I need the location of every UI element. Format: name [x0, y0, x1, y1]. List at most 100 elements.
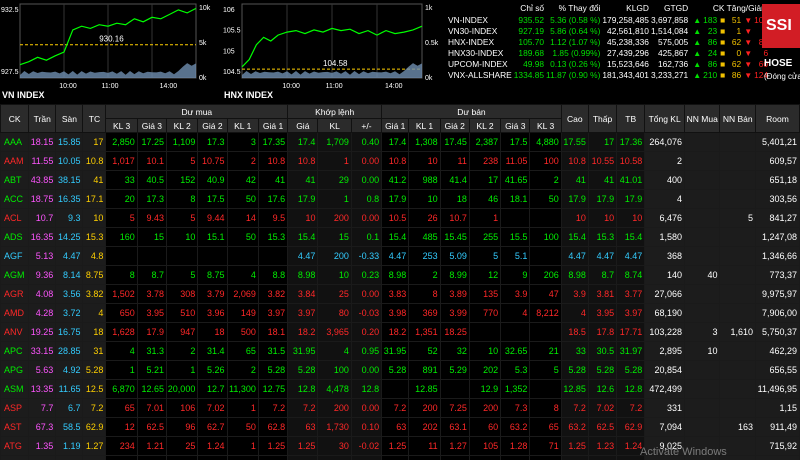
match-cell: 30 [317, 436, 352, 456]
table-row[interactable]: AAA 18.15 15.85 17 2,850 17.25 1,109 17.3 3 17.35… [0, 132, 800, 152]
symbol-cell[interactable]: AAM [0, 151, 30, 171]
table-row[interactable]: AGF 5.13 4.47 4.8 4.47 200 -0.33 4.47 253 5.09 5 5.… [0, 246, 800, 266]
col-header-avg[interactable]: TB [616, 104, 646, 133]
col-header-4[interactable]: KL 3 [105, 118, 138, 133]
ref-cell: 41 [82, 170, 107, 190]
table-row[interactable]: ACC 18.75 16.35 17.1 20 17.3 8 17.5 50 17.6 17.9 1 0… [0, 189, 800, 209]
col-header-ref[interactable]: TC [82, 104, 107, 133]
table-row[interactable]: AGR 4.08 3.56 3.82 1,502 3.78 308 3.79 2,069 3.82… [0, 284, 800, 304]
symbol-cell[interactable]: AGF [0, 246, 30, 266]
vnindex-volume-tick: 10k [199, 5, 211, 12]
symbol-cell[interactable]: AGM [0, 265, 30, 285]
table-row[interactable]: AGM 9.36 8.14 8.75 8 8.7 5 8.75 4 8.8 8.98 10 0.23 8.… [0, 265, 800, 285]
advance-decline: ▲86■62▼80 [690, 36, 770, 47]
order-cell: 52 [408, 341, 441, 361]
table-row[interactable]: AAM 11.55 10.05 10.8 1,017 10.1 5 10.75 2 10.8 10.… [0, 151, 800, 171]
index-row[interactable]: VN-INDEX 935.52 5.36 (0.58 %) 179,258,485 3,… [446, 14, 770, 25]
table-row[interactable]: APC 33.15 28.85 31 4 31.3 2 31.4 65 31.5 31.95 4 0.9… [0, 341, 800, 361]
col-header-14[interactable]: KL 1 [408, 118, 441, 133]
symbol-cell[interactable]: AMD [0, 303, 30, 323]
order-cell: 4 [226, 265, 259, 285]
match-cell: 25 [317, 284, 352, 304]
floor-cell: 14.25 [55, 227, 84, 247]
col-header-room[interactable]: Room [754, 104, 800, 133]
col-header-17[interactable]: Giá 3 [500, 118, 531, 133]
col-header-high[interactable]: Cao [560, 104, 589, 133]
table-row[interactable]: ASM 13.35 11.65 12.5 6,870 12.65 20,000 12.7 11,… [0, 379, 800, 399]
col-header-11[interactable]: KL [317, 118, 352, 133]
col-header-ck[interactable]: CK [0, 104, 30, 133]
symbol-cell[interactable]: ABT [0, 170, 30, 190]
col-header-15[interactable]: Giá 2 [439, 118, 470, 133]
order-cell: 255 [468, 227, 502, 247]
order-cell: 15.3 [257, 227, 289, 247]
table-row[interactable]: ABT 43.85 38.15 41 33 40.5 152 40.9 42 41 41 29 0.00… [0, 170, 800, 190]
col-header-12[interactable]: +/- [350, 118, 383, 133]
col-header-10[interactable]: Giá [287, 118, 319, 133]
col-header-5[interactable]: Giá 3 [136, 118, 168, 133]
table-row[interactable]: APG 5.63 4.92 5.28 1 5.21 1 5.26 2 5.28 5.28 100 0.0… [0, 360, 800, 380]
index-value: 935.52 [518, 14, 545, 25]
summary-cell [683, 132, 721, 152]
summary-cell: 103,228 [644, 322, 685, 342]
order-cell [529, 322, 562, 342]
order-cell: 10.75 [197, 151, 228, 171]
symbol-cell[interactable]: AGR [0, 284, 30, 304]
symbol-cell[interactable]: BBC [0, 455, 30, 460]
symbol-cell[interactable]: ADS [0, 227, 30, 247]
symbol-cell[interactable]: ATG [0, 436, 30, 456]
order-cell: 1.21 [136, 436, 168, 456]
stat-cell: 5.28 [560, 360, 589, 380]
col-header-6[interactable]: KL 2 [165, 118, 199, 133]
table-row[interactable]: AMD 4.28 3.72 4 650 3.95 510 3.96 149 3.97 3.97 80-… [0, 303, 800, 323]
exchange-label[interactable]: HOSE [764, 58, 792, 69]
table-row[interactable]: ADS 16.35 14.25 15.3 160 15 10 15.1 50 15.3 15.4 15… [0, 227, 800, 247]
symbol-cell[interactable]: AAA [0, 132, 30, 152]
symbol-cell[interactable]: ASP [0, 398, 30, 418]
index-traded-value: 3,233,271 [650, 69, 689, 80]
table-row[interactable]: ANV 19.25 16.75 18 1,628 17.9 947 18 500 18.1 18.2… [0, 322, 800, 342]
ref-cell: 69.4 [82, 455, 107, 460]
order-cell: 1 [105, 360, 138, 380]
col-header-foreign-sell[interactable]: NN Bán [719, 104, 756, 133]
col-header-18[interactable]: KL 3 [529, 118, 562, 133]
order-cell: 650 [105, 303, 138, 323]
table-row[interactable]: ASP 7.7 6.7 7.2 65 7.01 106 7.02 1 7.2 7.2 200 0.00 7… [0, 398, 800, 418]
col-header-foreign-buy[interactable]: NN Mua [683, 104, 721, 133]
symbol-cell[interactable]: ASM [0, 379, 30, 399]
col-header-ceiling[interactable]: Trần [28, 104, 57, 133]
index-row[interactable]: UPCOM-INDEX 49.98 0.13 (0.26 %) 15,523,646 1… [446, 58, 770, 69]
unchanged-count: 86 [731, 69, 742, 80]
index-row[interactable]: HNX30-INDEX 189.68 1.85 (0.99%) 27,439,296 4… [446, 47, 770, 58]
index-row[interactable]: HNX-INDEX 105.70 1.12 (1.07 %) 45,238,336 57… [446, 36, 770, 47]
order-cell: 11,300 [226, 379, 259, 399]
col-header-floor[interactable]: Sàn [55, 104, 84, 133]
col-header-9[interactable]: Giá 1 [257, 118, 289, 133]
col-header-16[interactable]: KL 2 [468, 118, 502, 133]
col-header-8[interactable]: KL 1 [226, 118, 259, 133]
table-row[interactable]: AST 67.3 58.5 62.9 12 62.5 96 62.7 50 62.8 63 1,730… [0, 417, 800, 437]
order-cell: 12.9 [468, 379, 502, 399]
match-cell: 4 [317, 341, 352, 361]
col-header-low[interactable]: Thấp [587, 104, 618, 133]
match-cell: 17.9 [287, 189, 319, 209]
symbol-cell[interactable]: ANV [0, 322, 30, 342]
index-row[interactable]: VN30-INDEX 927.19 5.86 (0.64 %) 42,561,810 1… [446, 25, 770, 36]
ceiling-cell: 5.13 [28, 246, 57, 266]
symbol-cell[interactable]: APC [0, 341, 30, 361]
order-cell: 200 [468, 398, 502, 418]
stat-cell: 4.47 [616, 246, 646, 266]
symbol-cell[interactable]: ACC [0, 189, 30, 209]
symbol-cell[interactable]: AST [0, 417, 30, 437]
symbol-cell[interactable]: APG [0, 360, 30, 380]
col-header-13[interactable]: Giá 1 [381, 118, 410, 133]
order-cell: 3 [226, 132, 259, 152]
order-cell: 1.25 [257, 436, 289, 456]
symbol-cell[interactable]: ACL [0, 208, 30, 228]
index-row[interactable]: VNX-ALLSHARE 1334.85 11.87 (0.90 %) 181,343… [446, 69, 770, 80]
stat-cell: 17 [587, 132, 618, 152]
col-header-total-vol[interactable]: Tổng KL [644, 104, 685, 133]
table-row[interactable]: ACL 10.7 9.3 10 5 9.43 5 9.44 14 9.5 10 200 0.00 10.5… [0, 208, 800, 228]
hnxindex-chart-title: HNX INDEX [224, 90, 274, 100]
col-header-7[interactable]: Giá 2 [197, 118, 228, 133]
